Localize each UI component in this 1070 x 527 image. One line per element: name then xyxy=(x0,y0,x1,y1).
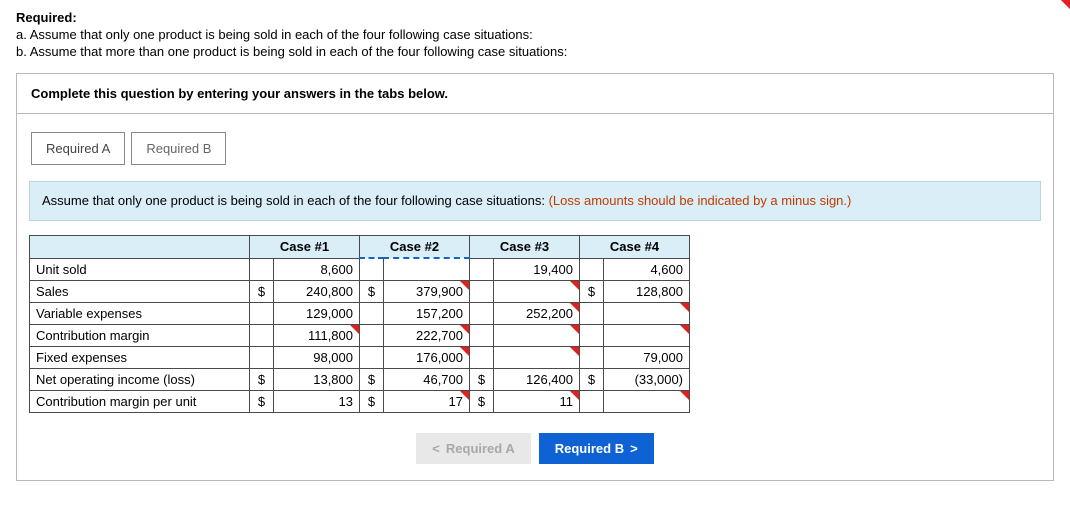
cell-sales-c1[interactable]: 240,800 xyxy=(274,280,360,302)
cell-cmpu-c4[interactable] xyxy=(604,390,690,412)
cell-cur[interactable] xyxy=(580,346,604,368)
cell-unit-sold-c1[interactable]: 8,600 xyxy=(274,258,360,280)
row-label-cmpu: Contribution margin per unit xyxy=(30,390,250,412)
cell-cur[interactable] xyxy=(360,346,384,368)
col-header-case2: Case #2 xyxy=(360,236,470,259)
cell-cur[interactable]: $ xyxy=(250,390,274,412)
instruction-banner: Assume that only one product is being so… xyxy=(29,181,1041,221)
row-label-varexp: Variable expenses xyxy=(30,302,250,324)
table-row: Contribution margin per unit $ 13 $ 17 $… xyxy=(30,390,690,412)
question-panel: Complete this question by entering your … xyxy=(16,73,1054,481)
cell-noi-c2[interactable]: 46,700 xyxy=(384,368,470,390)
cases-table: Case #1 Case #2 Case #3 Case #4 Unit sol… xyxy=(29,235,690,413)
cell-cur[interactable] xyxy=(250,346,274,368)
cell-varexp-c2[interactable]: 157,200 xyxy=(384,302,470,324)
header-blank xyxy=(30,236,250,259)
cell-cur[interactable] xyxy=(580,390,604,412)
cell-fixed-c3[interactable] xyxy=(494,346,580,368)
cell-cur[interactable] xyxy=(470,346,494,368)
cell-cur[interactable]: $ xyxy=(580,280,604,302)
cell-cur[interactable]: $ xyxy=(580,368,604,390)
cell-noi-c3[interactable]: 126,400 xyxy=(494,368,580,390)
cell-cm-c1[interactable]: 111,800 xyxy=(274,324,360,346)
prev-button-label: Required A xyxy=(446,441,515,456)
chevron-right-icon: > xyxy=(630,441,638,456)
cell-cmpu-c3[interactable]: 11 xyxy=(494,390,580,412)
requirement-a-text: a. Assume that only one product is being… xyxy=(16,27,1054,42)
row-label-unit-sold: Unit sold xyxy=(30,258,250,280)
nav-buttons: < Required A Required B > xyxy=(17,427,1053,480)
cell-cm-c3[interactable] xyxy=(494,324,580,346)
cell-cur[interactable] xyxy=(250,258,274,280)
cell-fixed-c1[interactable]: 98,000 xyxy=(274,346,360,368)
tabs-container: Required A Required B xyxy=(17,114,1053,175)
cell-unit-sold-c3[interactable]: 19,400 xyxy=(494,258,580,280)
cell-cur[interactable] xyxy=(250,324,274,346)
cell-cur[interactable] xyxy=(470,302,494,324)
cell-noi-c4[interactable]: (33,000) xyxy=(604,368,690,390)
prev-button[interactable]: < Required A xyxy=(416,433,530,464)
col-header-case4: Case #4 xyxy=(580,236,690,259)
cell-cur[interactable]: $ xyxy=(250,368,274,390)
col-header-case1: Case #1 xyxy=(250,236,360,259)
cell-unit-sold-c2[interactable] xyxy=(384,258,470,280)
table-row: Contribution margin 111,800 222,700 xyxy=(30,324,690,346)
table-row: Fixed expenses 98,000 176,000 79,000 xyxy=(30,346,690,368)
cell-cmpu-c1[interactable]: 13 xyxy=(274,390,360,412)
cell-cm-c2[interactable]: 222,700 xyxy=(384,324,470,346)
table-row: Net operating income (loss) $ 13,800 $ 4… xyxy=(30,368,690,390)
cell-cur[interactable] xyxy=(580,324,604,346)
cell-cur[interactable]: $ xyxy=(360,368,384,390)
cell-cur[interactable]: $ xyxy=(360,280,384,302)
cell-sales-c2[interactable]: 379,900 xyxy=(384,280,470,302)
col-header-case3: Case #3 xyxy=(470,236,580,259)
requirement-b-text: b. Assume that more than one product is … xyxy=(16,44,1054,59)
cell-cur[interactable] xyxy=(470,324,494,346)
cell-varexp-c4[interactable] xyxy=(604,302,690,324)
cell-fixed-c2[interactable]: 176,000 xyxy=(384,346,470,368)
row-label-fixed: Fixed expenses xyxy=(30,346,250,368)
tab-required-b[interactable]: Required B xyxy=(131,132,226,165)
cell-sales-c3[interactable] xyxy=(494,280,580,302)
cell-varexp-c1[interactable]: 129,000 xyxy=(274,302,360,324)
cell-noi-c1[interactable]: 13,800 xyxy=(274,368,360,390)
cell-fixed-c4[interactable]: 79,000 xyxy=(604,346,690,368)
tab-required-a[interactable]: Required A xyxy=(31,132,125,165)
cell-cur[interactable] xyxy=(470,258,494,280)
row-label-sales: Sales xyxy=(30,280,250,302)
cell-cmpu-c2[interactable]: 17 xyxy=(384,390,470,412)
chevron-left-icon: < xyxy=(432,441,440,456)
panel-header: Complete this question by entering your … xyxy=(17,74,1053,114)
instruction-note: (Loss amounts should be indicated by a m… xyxy=(549,193,852,208)
cell-cur[interactable] xyxy=(580,258,604,280)
cell-cm-c4[interactable] xyxy=(604,324,690,346)
cell-cur[interactable]: $ xyxy=(470,390,494,412)
next-button-label: Required B xyxy=(555,441,624,456)
row-label-cm: Contribution margin xyxy=(30,324,250,346)
cell-unit-sold-c4[interactable]: 4,600 xyxy=(604,258,690,280)
cell-cur[interactable]: $ xyxy=(470,368,494,390)
cell-cur[interactable]: $ xyxy=(360,390,384,412)
required-heading: Required: xyxy=(16,10,1054,25)
required-block: Required: a. Assume that only one produc… xyxy=(16,10,1054,59)
row-label-noi: Net operating income (loss) xyxy=(30,368,250,390)
table-wrap: Case #1 Case #2 Case #3 Case #4 Unit sol… xyxy=(17,235,1053,427)
table-row: Sales $ 240,800 $ 379,900 $ 128,800 xyxy=(30,280,690,302)
table-row: Unit sold 8,600 19,400 4,600 xyxy=(30,258,690,280)
cell-cur[interactable] xyxy=(360,258,384,280)
cell-cur[interactable] xyxy=(360,324,384,346)
cell-cur[interactable] xyxy=(250,302,274,324)
cell-cur[interactable] xyxy=(580,302,604,324)
instruction-text: Assume that only one product is being so… xyxy=(42,193,549,208)
cell-cur[interactable] xyxy=(470,280,494,302)
table-row: Variable expenses 129,000 157,200 252,20… xyxy=(30,302,690,324)
cell-sales-c4[interactable]: 128,800 xyxy=(604,280,690,302)
next-button[interactable]: Required B > xyxy=(539,433,654,464)
cell-varexp-c3[interactable]: 252,200 xyxy=(494,302,580,324)
cell-cur[interactable]: $ xyxy=(250,280,274,302)
cell-cur[interactable] xyxy=(360,302,384,324)
